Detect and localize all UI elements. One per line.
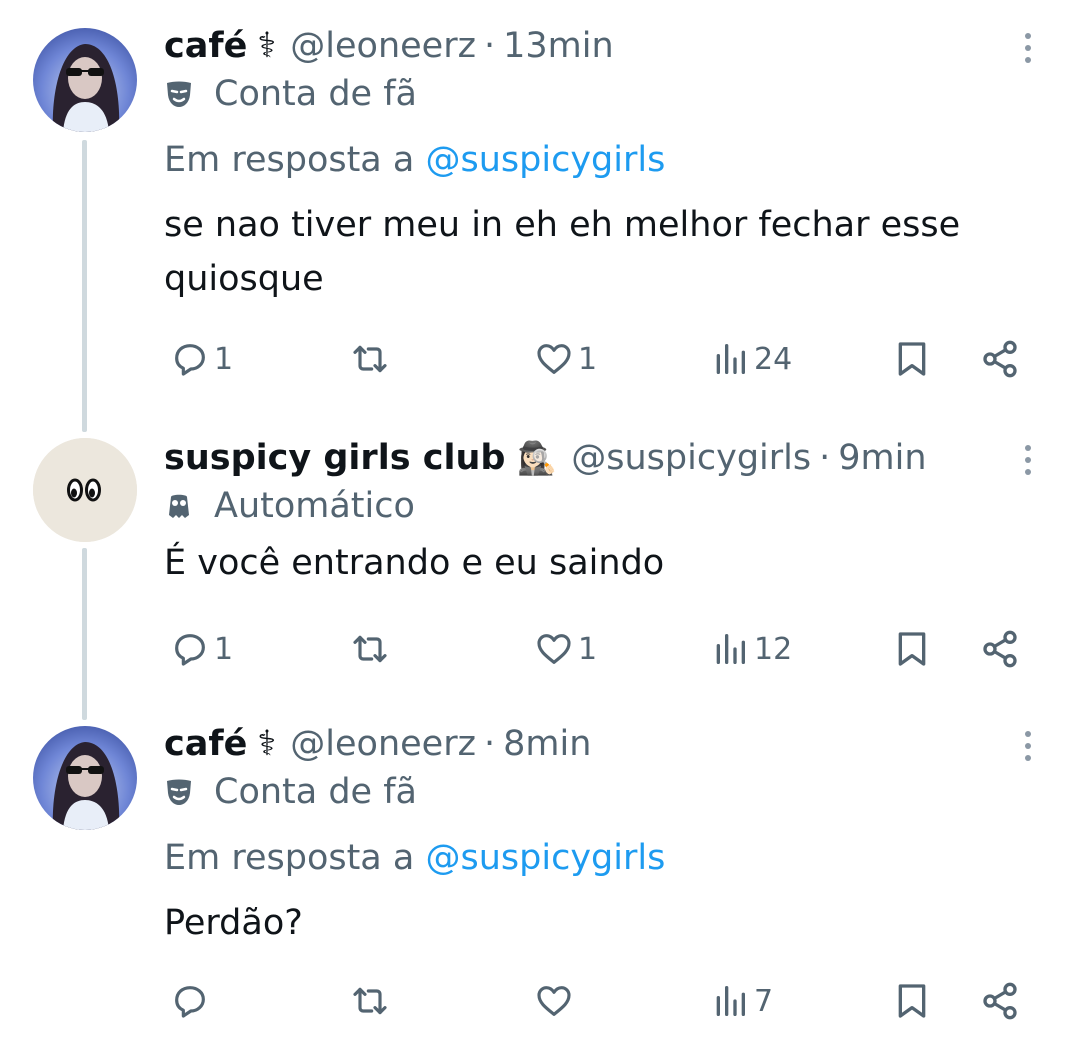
timestamp[interactable]: 13min bbox=[503, 24, 614, 68]
reply-icon bbox=[175, 344, 205, 376]
heart-icon bbox=[537, 344, 571, 374]
user-handle[interactable]: @leoneerz bbox=[290, 722, 476, 766]
account-label: Conta de fã bbox=[164, 68, 1032, 120]
account-label-text: Conta de fã bbox=[214, 772, 417, 812]
bookmark-button[interactable] bbox=[892, 334, 932, 384]
bot-icon bbox=[164, 491, 194, 521]
action-bar: 1 1 12 bbox=[164, 624, 1034, 674]
view-count: 12 bbox=[754, 631, 793, 667]
action-bar: 1 1 24 bbox=[164, 334, 1034, 384]
tweet-text: se nao tiver meu in eh eh melhor fechar … bbox=[164, 205, 961, 299]
reply-count: 1 bbox=[214, 631, 234, 667]
reply-prefix: Em resposta a bbox=[164, 140, 415, 180]
reply-button[interactable]: 1 bbox=[170, 334, 233, 384]
views-button[interactable]: 24 bbox=[710, 334, 792, 384]
tweet[interactable]: café ⚕ @leoneerz · 8min Conta de fã Em r… bbox=[0, 710, 1072, 1058]
tweet-header: café ⚕ @leoneerz · 13min bbox=[164, 24, 1032, 68]
tweet-text: Perdão? bbox=[164, 903, 303, 943]
action-bar: 7 bbox=[164, 976, 1034, 1026]
share-button[interactable] bbox=[980, 334, 1020, 384]
retweet-button[interactable] bbox=[350, 976, 394, 1026]
reply-context: Em resposta a @suspicygirls bbox=[164, 834, 1032, 882]
like-button[interactable]: 1 bbox=[534, 624, 597, 674]
reply-button[interactable]: 1 bbox=[170, 624, 233, 674]
user-handle[interactable]: @leoneerz bbox=[290, 24, 476, 68]
name-symbol: 🕵🏻‍♀️ bbox=[517, 439, 558, 477]
bookmark-icon bbox=[898, 632, 926, 666]
account-label-text: Conta de fã bbox=[214, 74, 417, 114]
timestamp[interactable]: 9min bbox=[838, 436, 926, 480]
tweet-header: suspicy girls club 🕵🏻‍♀️ @suspicygirls ·… bbox=[164, 436, 1032, 480]
share-button[interactable] bbox=[980, 624, 1020, 674]
bookmark-button[interactable] bbox=[892, 976, 932, 1026]
bookmark-button[interactable] bbox=[892, 624, 932, 674]
display-name[interactable]: café bbox=[164, 722, 247, 766]
name-symbol: ⚕ bbox=[257, 26, 277, 66]
tweet[interactable]: suspicy girls club 🕵🏻‍♀️ @suspicygirls ·… bbox=[0, 420, 1072, 710]
reply-icon bbox=[175, 986, 205, 1018]
like-button[interactable]: 1 bbox=[534, 334, 597, 384]
reply-to-link[interactable]: @suspicygirls bbox=[425, 838, 665, 878]
mask-icon bbox=[164, 777, 194, 807]
reply-to-link[interactable]: @suspicygirls bbox=[425, 140, 665, 180]
timestamp[interactable]: 8min bbox=[503, 722, 591, 766]
analytics-icon bbox=[716, 986, 745, 1016]
tweet-header: café ⚕ @leoneerz · 8min bbox=[164, 722, 1032, 766]
bookmark-icon bbox=[898, 984, 926, 1018]
reply-count: 1 bbox=[214, 341, 234, 377]
reply-context: Em resposta a @suspicygirls bbox=[164, 136, 1032, 184]
mask-icon bbox=[164, 79, 194, 109]
separator: · bbox=[483, 26, 496, 66]
more-options-icon[interactable] bbox=[1016, 726, 1040, 766]
analytics-icon bbox=[716, 634, 745, 664]
views-button[interactable]: 12 bbox=[710, 624, 792, 674]
retweet-icon bbox=[353, 635, 387, 663]
like-count: 1 bbox=[578, 341, 598, 377]
avatar[interactable] bbox=[33, 28, 137, 132]
retweet-button[interactable] bbox=[350, 624, 394, 674]
avatar[interactable] bbox=[33, 438, 137, 542]
reply-icon bbox=[175, 634, 205, 666]
like-button[interactable] bbox=[534, 976, 578, 1026]
more-options-icon[interactable] bbox=[1016, 28, 1040, 68]
share-icon bbox=[983, 630, 1017, 668]
retweet-icon bbox=[353, 987, 387, 1015]
name-symbol: ⚕ bbox=[257, 724, 277, 764]
share-button[interactable] bbox=[980, 976, 1020, 1026]
avatar[interactable] bbox=[33, 726, 137, 830]
retweet-button[interactable] bbox=[350, 334, 394, 384]
user-handle[interactable]: @suspicygirls bbox=[571, 436, 811, 480]
account-label: Conta de fã bbox=[164, 766, 1032, 818]
account-label-text: Automático bbox=[214, 486, 415, 526]
share-icon bbox=[983, 982, 1017, 1020]
views-button[interactable]: 7 bbox=[710, 976, 773, 1026]
retweet-icon bbox=[353, 345, 387, 373]
more-options-icon[interactable] bbox=[1016, 440, 1040, 480]
display-name[interactable]: café bbox=[164, 24, 247, 68]
analytics-icon bbox=[716, 344, 745, 374]
display-name[interactable]: suspicy girls club bbox=[164, 436, 505, 480]
like-count: 1 bbox=[578, 631, 598, 667]
tweet-text: É você entrando e eu saindo bbox=[164, 543, 665, 583]
separator: · bbox=[483, 724, 496, 764]
view-count: 7 bbox=[754, 983, 774, 1019]
bookmark-icon bbox=[898, 342, 926, 376]
reply-prefix: Em resposta a bbox=[164, 838, 415, 878]
account-label: Automático bbox=[164, 480, 1032, 532]
tweet[interactable]: café ⚕ @leoneerz · 13min Conta de fã Em … bbox=[0, 0, 1072, 420]
view-count: 24 bbox=[754, 341, 793, 377]
separator: · bbox=[819, 438, 831, 478]
reply-button[interactable] bbox=[170, 976, 214, 1026]
heart-icon bbox=[537, 634, 571, 664]
share-icon bbox=[983, 340, 1017, 378]
heart-icon bbox=[537, 986, 571, 1016]
